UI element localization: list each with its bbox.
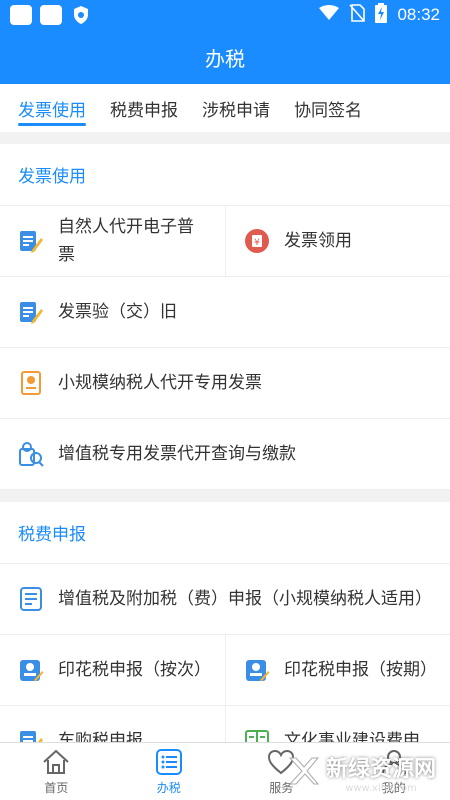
menu-item-label: 增值税及附加税（费）申报（小规模纳税人适用） [58,589,432,609]
main-content: 发票使用 自然人代开电子普票 ¥ 发票领用 发票验（交）旧 小规模纳税人代开专用… [0,132,450,742]
shield-icon [70,5,92,25]
edit-doc-icon [18,728,44,742]
grid-row: 车购税申报 文化事业建设费申 [0,706,450,742]
list-icon [154,747,184,777]
menu-item-vat-surcharge-declaration[interactable]: 增值税及附加税（费）申报（小规模纳税人适用） [0,564,450,634]
stamp-per-time-icon [18,657,44,683]
battery-charging-icon [375,2,388,28]
watermark-logo-icon [286,754,320,792]
no-sim-icon [349,3,366,27]
section-invoice-use: 发票使用 自然人代开电子普票 ¥ 发票领用 发票验（交）旧 小规模纳税人代开专用… [0,144,450,490]
edit-doc-icon [18,299,44,325]
watermark-title: 新绿资源网 [325,757,436,782]
menu-item-label: 印花税申报（按期） [284,660,437,680]
menu-item-invoice-pickup[interactable]: ¥ 发票领用 [225,206,450,276]
menu-item-natural-person-e-invoice[interactable]: 自然人代开电子普票 [0,206,225,276]
nav-label: 首页 [44,781,69,795]
section-gap [0,132,450,144]
menu-item-culture-construction-fee[interactable]: 文化事业建设费申 [225,706,450,742]
menu-item-vat-invoice-query-pay[interactable]: 增值税专用发票代开查询与缴款 [0,419,450,489]
menu-item-label: 文化事业建设费申 [284,731,420,742]
status-left [10,5,92,25]
tab-invoice-use[interactable]: 发票使用 [18,84,86,132]
watermark-text: 新绿资源网 www.xlhs.com [326,751,436,794]
home-icon [41,747,71,777]
invoice-pickup-icon: ¥ [244,228,270,254]
book-icon [244,728,270,742]
section-tax-declaration: 税费申报 增值税及附加税（费）申报（小规模纳税人适用） 印花税申报（按次） 印花… [0,502,450,742]
list-row: 增值税专用发票代开查询与缴款 [0,419,450,490]
menu-item-label: 发票领用 [284,231,352,251]
app-notification-icon [40,5,62,25]
menu-item-stamp-tax-per-time[interactable]: 印花税申报（按次） [0,635,225,705]
status-time: 08:32 [397,5,440,24]
certificate-icon [18,370,44,396]
menu-item-label: 车购税申报 [58,731,143,742]
grid-row: 印花税申报（按次） 印花税申报（按期） [0,635,450,706]
grid-row: 自然人代开电子普票 ¥ 发票领用 [0,206,450,277]
section-gap [0,490,450,502]
menu-item-label: 发票验（交）旧 [58,302,177,322]
declaration-form-icon [18,586,44,612]
tab-tax-application[interactable]: 涉税申请 [202,84,270,132]
svg-text:¥: ¥ [254,238,260,248]
app-notification-icon [10,5,32,25]
wifi-icon [319,4,340,26]
tab-collaborative-signature[interactable]: 协同签名 [294,84,362,132]
menu-item-small-scale-special-invoice[interactable]: 小规模纳税人代开专用发票 [0,348,450,418]
watermark: 新绿资源网 www.xlhs.com [286,751,436,794]
section-title: 发票使用 [0,144,450,206]
menu-item-label: 增值税专用发票代开查询与缴款 [58,444,296,464]
tab-bar: 发票使用 税费申报 涉税申请 协同签名 [0,84,450,132]
nav-home[interactable]: 首页 [0,743,113,800]
nav-label: 办税 [156,781,181,795]
edit-doc-icon [18,228,44,254]
list-row: 小规模纳税人代开专用发票 [0,348,450,419]
menu-item-invoice-verify-old[interactable]: 发票验（交）旧 [0,277,450,347]
menu-item-label: 小规模纳税人代开专用发票 [58,373,262,393]
search-pay-icon [18,441,44,467]
stamp-per-period-icon [244,657,270,683]
menu-item-label: 自然人代开电子普票 [58,217,194,265]
menu-item-vehicle-purchase-tax[interactable]: 车购税申报 [0,706,225,742]
page-title: 办税 [0,30,450,84]
status-right: 08:32 [319,2,440,28]
status-bar: 08:32 [0,0,450,30]
nav-tax[interactable]: 办税 [113,743,226,800]
watermark-url: www.xlhs.com [345,783,417,794]
list-row: 增值税及附加税（费）申报（小规模纳税人适用） [0,564,450,635]
section-title: 税费申报 [0,502,450,564]
list-row: 发票验（交）旧 [0,277,450,348]
tab-tax-declaration[interactable]: 税费申报 [110,84,178,132]
menu-item-label: 印花税申报（按次） [58,660,211,680]
menu-item-stamp-tax-per-period[interactable]: 印花税申报（按期） [225,635,450,705]
